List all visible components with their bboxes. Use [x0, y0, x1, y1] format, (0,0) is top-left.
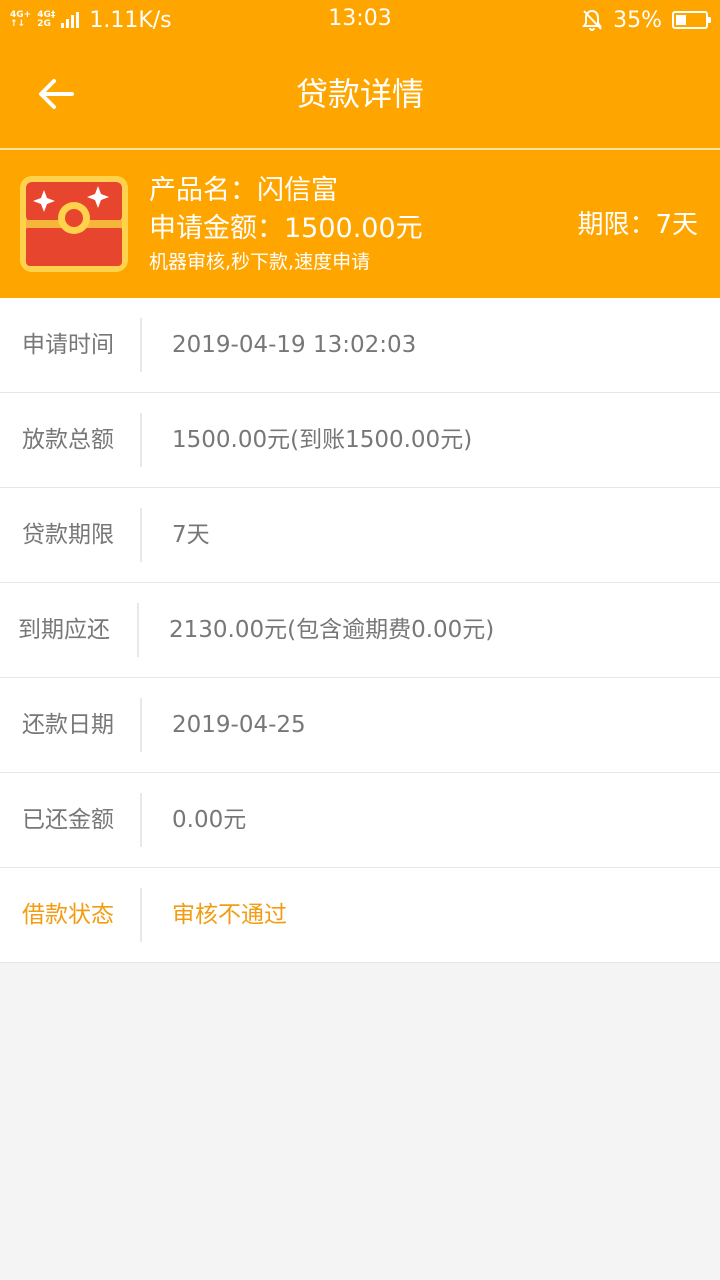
detail-label: 申请时间 [22, 332, 114, 358]
application-amount: 申请金额：1500.00元 [149, 213, 423, 244]
detail-label: 已还金额 [22, 807, 114, 833]
row-separator [140, 413, 142, 467]
detail-row-loan-status: 借款状态 审核不通过 [0, 868, 720, 963]
detail-label: 还款日期 [22, 712, 114, 738]
detail-value: 1500.00元(到账1500.00元) [172, 427, 473, 453]
loan-term: 期限：7天 [577, 210, 698, 240]
bell-muted-icon [582, 9, 602, 31]
detail-label: 贷款期限 [22, 522, 114, 548]
detail-value: 2019-04-19 13:02:03 [172, 332, 417, 358]
detail-label: 借款状态 [22, 902, 114, 928]
status-bar-right: 35% [581, 6, 711, 34]
nav-bar: 贷款详情 [0, 40, 720, 148]
detail-row-repaid-amount: 已还金额 0.00元 [0, 773, 720, 868]
detail-row-apply-time: 申请时间 2019-04-19 13:02:03 [0, 298, 720, 393]
row-separator [140, 318, 142, 372]
detail-row-loan-term: 贷款期限 7天 [0, 488, 720, 583]
row-separator [140, 508, 142, 562]
product-tags: 机器审核,秒下款,速度申请 [149, 251, 371, 273]
detail-label: 到期应还 [18, 617, 110, 643]
detail-row-amount-due: 到期应还 2130.00元(包含逾期费0.00元) [0, 583, 720, 678]
detail-value: 7天 [172, 522, 210, 548]
detail-row-repay-date: 还款日期 2019-04-25 [0, 678, 720, 773]
treasure-chest-icon [20, 176, 128, 272]
row-separator [137, 603, 139, 657]
battery-level-fill [676, 15, 686, 25]
detail-value: 2130.00元(包含逾期费0.00元) [169, 617, 495, 643]
row-separator [140, 793, 142, 847]
battery-percent: 35% [613, 7, 662, 33]
status-bar: 4G+ ↑↓ 4G‡ 2G 1.11K/s 13:03 35% [0, 0, 720, 40]
battery-icon [672, 11, 711, 29]
row-separator [140, 888, 142, 942]
product-name: 产品名：闪信富 [149, 175, 338, 206]
detail-value: 0.00元 [172, 807, 247, 833]
detail-label: 放款总额 [22, 427, 114, 453]
detail-value: 2019-04-25 [172, 712, 306, 738]
detail-row-disbursed-total: 放款总额 1500.00元(到账1500.00元) [0, 393, 720, 488]
product-summary: 产品名：闪信富 申请金额：1500.00元 机器审核,秒下款,速度申请 期限：7… [0, 150, 720, 298]
loan-detail-list: 申请时间 2019-04-19 13:02:03 放款总额 1500.00元(到… [0, 298, 720, 963]
row-separator [140, 698, 142, 752]
status-value: 审核不通过 [172, 902, 287, 928]
page-title: 贷款详情 [295, 75, 424, 113]
